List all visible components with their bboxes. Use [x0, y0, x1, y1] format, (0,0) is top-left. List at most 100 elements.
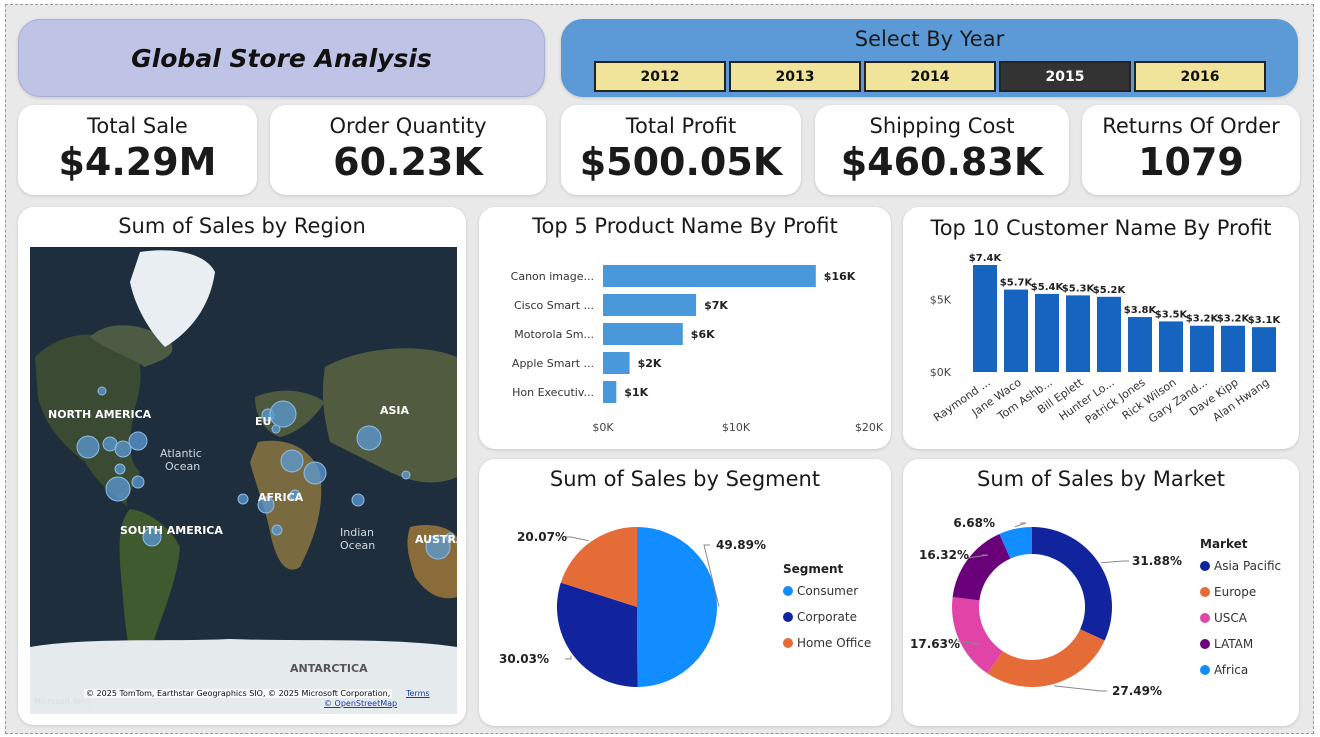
map-terms-link[interactable]: Terms	[406, 689, 430, 698]
slice-data-label: 49.89%	[716, 538, 766, 552]
slice-data-label: 30.03%	[499, 652, 549, 666]
x-tick-label: $20K	[855, 421, 884, 434]
product-bar	[603, 381, 617, 403]
leader-line	[1014, 522, 1027, 528]
customer-bar	[1035, 293, 1059, 372]
slice-data-label: 31.88%	[1132, 554, 1182, 568]
kpi-label: Order Quantity	[329, 114, 487, 138]
customer-bar	[1128, 317, 1152, 372]
customer-bar	[1066, 295, 1090, 372]
top-customers-chart: $0K$5K$7.4KRaymond ...$5.7KJane Waco$5.4…	[930, 253, 1282, 427]
legend-item: Home Office	[797, 636, 871, 650]
bar-data-label: $3.5K	[1155, 309, 1189, 320]
leader-line	[565, 536, 589, 542]
customer-bar	[1097, 296, 1121, 372]
product-bar	[603, 352, 630, 374]
legend-marker	[1200, 587, 1210, 597]
kpi-label: Returns Of Order	[1102, 114, 1280, 138]
legend-item: LATAM	[1214, 637, 1253, 651]
bing-logo: Microsoft Bing	[34, 697, 91, 706]
legend-marker	[783, 586, 793, 596]
legend-item: Asia Pacific	[1214, 559, 1281, 573]
legend-marker	[783, 612, 793, 622]
legend-item: Consumer	[797, 584, 858, 598]
legend-marker	[1200, 665, 1210, 675]
map-label-africa: AFRICA	[258, 491, 304, 504]
market-donut-slice	[987, 629, 1105, 687]
customer-bar	[1190, 325, 1214, 372]
dashboard-title-card: Global Store Analysis	[18, 19, 545, 97]
legend-item: Africa	[1214, 663, 1248, 677]
map-graphic: NORTH AMERICA ASIA EU AFRICA SOUTH AMERI…	[30, 247, 457, 714]
bar-data-label: $1K	[624, 386, 648, 399]
bar-category-label: Hon Executiv...	[512, 386, 594, 399]
bar-data-label: $5.7K	[1000, 278, 1034, 289]
kpi-card-total-sale: Total Sale $4.29M	[18, 105, 257, 195]
bar-data-label: $5.3K	[1062, 283, 1096, 294]
slice-data-label: 20.07%	[517, 530, 567, 544]
slice-data-label: 17.63%	[910, 637, 960, 651]
slice-data-label: 27.49%	[1112, 684, 1162, 698]
top-products-chart: Canon image... $16K Cisco Smart ... $7K Moto…	[511, 265, 884, 434]
map-label-antarctica: ANTARCTICA	[290, 662, 368, 675]
bar-data-label: $3.1K	[1248, 315, 1282, 326]
bar-data-label: $3.2K	[1186, 314, 1220, 325]
bar-data-label: $7.4K	[969, 253, 1003, 264]
map-panel: Sum of Sales by Region NORTH AMERICA ASI…	[18, 207, 466, 725]
bar-data-label: $3.2K	[1217, 314, 1251, 325]
year-slicer-title: Select By Year	[854, 27, 1005, 51]
customer-bar	[973, 265, 997, 372]
leader-line	[1054, 685, 1107, 692]
bar-data-label: $7K	[704, 299, 728, 312]
kpi-value: $460.83K	[840, 140, 1044, 184]
market-donut-slice	[952, 596, 1003, 674]
bar-data-label: $5.4K	[1031, 282, 1065, 293]
map-label-north-america: NORTH AMERICA	[48, 408, 152, 421]
kpi-value: $500.05K	[579, 140, 783, 184]
map-label-atlantic-ocean: Ocean	[165, 460, 200, 473]
y-tick-label: $5K	[930, 294, 952, 307]
kpi-card-shipping-cost: Shipping Cost $460.83K	[815, 105, 1069, 195]
customer-bar	[1159, 321, 1183, 372]
kpi-card-total-profit: Total Profit $500.05K	[561, 105, 801, 195]
market-donut-slice	[1032, 527, 1112, 641]
map-label-south-america: SOUTH AMERICA	[120, 524, 223, 537]
year-button-2015[interactable]: 2015	[999, 61, 1131, 92]
year-slicer: Select By Year 2012 2013 2014 2015 2016	[561, 19, 1298, 97]
y-tick-label: $0K	[930, 366, 952, 379]
legend-title: Market	[1200, 537, 1248, 551]
map-title: Sum of Sales by Region	[118, 214, 366, 238]
product-bar	[603, 265, 816, 287]
kpi-value: $4.29M	[58, 140, 217, 184]
bar-category-label: Apple Smart ...	[512, 357, 594, 370]
kpi-card-order-quantity: Order Quantity 60.23K	[270, 105, 546, 195]
year-button-2016[interactable]: 2016	[1134, 61, 1266, 92]
bar-data-label: $6K	[691, 328, 715, 341]
kpi-label: Shipping Cost	[869, 114, 1015, 138]
slice-data-label: 6.68%	[953, 516, 995, 530]
year-button-2014[interactable]: 2014	[864, 61, 996, 92]
segment-pie-chart: 49.89% 30.03% 20.07% Segment Consumer Corpora…	[499, 527, 871, 687]
bar-data-label: $16K	[824, 270, 856, 283]
legend-marker	[1200, 639, 1210, 649]
sales-map[interactable]: NORTH AMERICA ASIA EU AFRICA SOUTH AMERI…	[30, 247, 457, 714]
bar-category-label: Canon image...	[511, 270, 594, 283]
top-products-panel: Top 5 Product Name By Profit Canon image…	[479, 207, 891, 449]
year-button-2013[interactable]: 2013	[729, 61, 861, 92]
year-button-2012[interactable]: 2012	[594, 61, 726, 92]
legend-item: Corporate	[797, 610, 857, 624]
customer-bar	[1004, 289, 1028, 372]
kpi-label: Total Sale	[87, 114, 188, 138]
product-bar	[603, 323, 683, 345]
map-label-indian-ocean: Ocean	[340, 539, 375, 552]
legend-item: Europe	[1214, 585, 1256, 599]
kpi-value: 60.23K	[333, 140, 483, 184]
bar-data-label: $3.8K	[1124, 305, 1158, 316]
bar-category-label: Cisco Smart ...	[514, 299, 594, 312]
market-donut-slice	[952, 533, 1011, 601]
kpi-card-returns-of-order: Returns Of Order 1079	[1082, 105, 1300, 195]
product-bar	[603, 294, 697, 316]
map-label-australia: AUSTRA	[415, 533, 457, 546]
map-osm-link[interactable]: © OpenStreetMap	[324, 699, 397, 708]
legend-item: USCA	[1214, 611, 1248, 625]
